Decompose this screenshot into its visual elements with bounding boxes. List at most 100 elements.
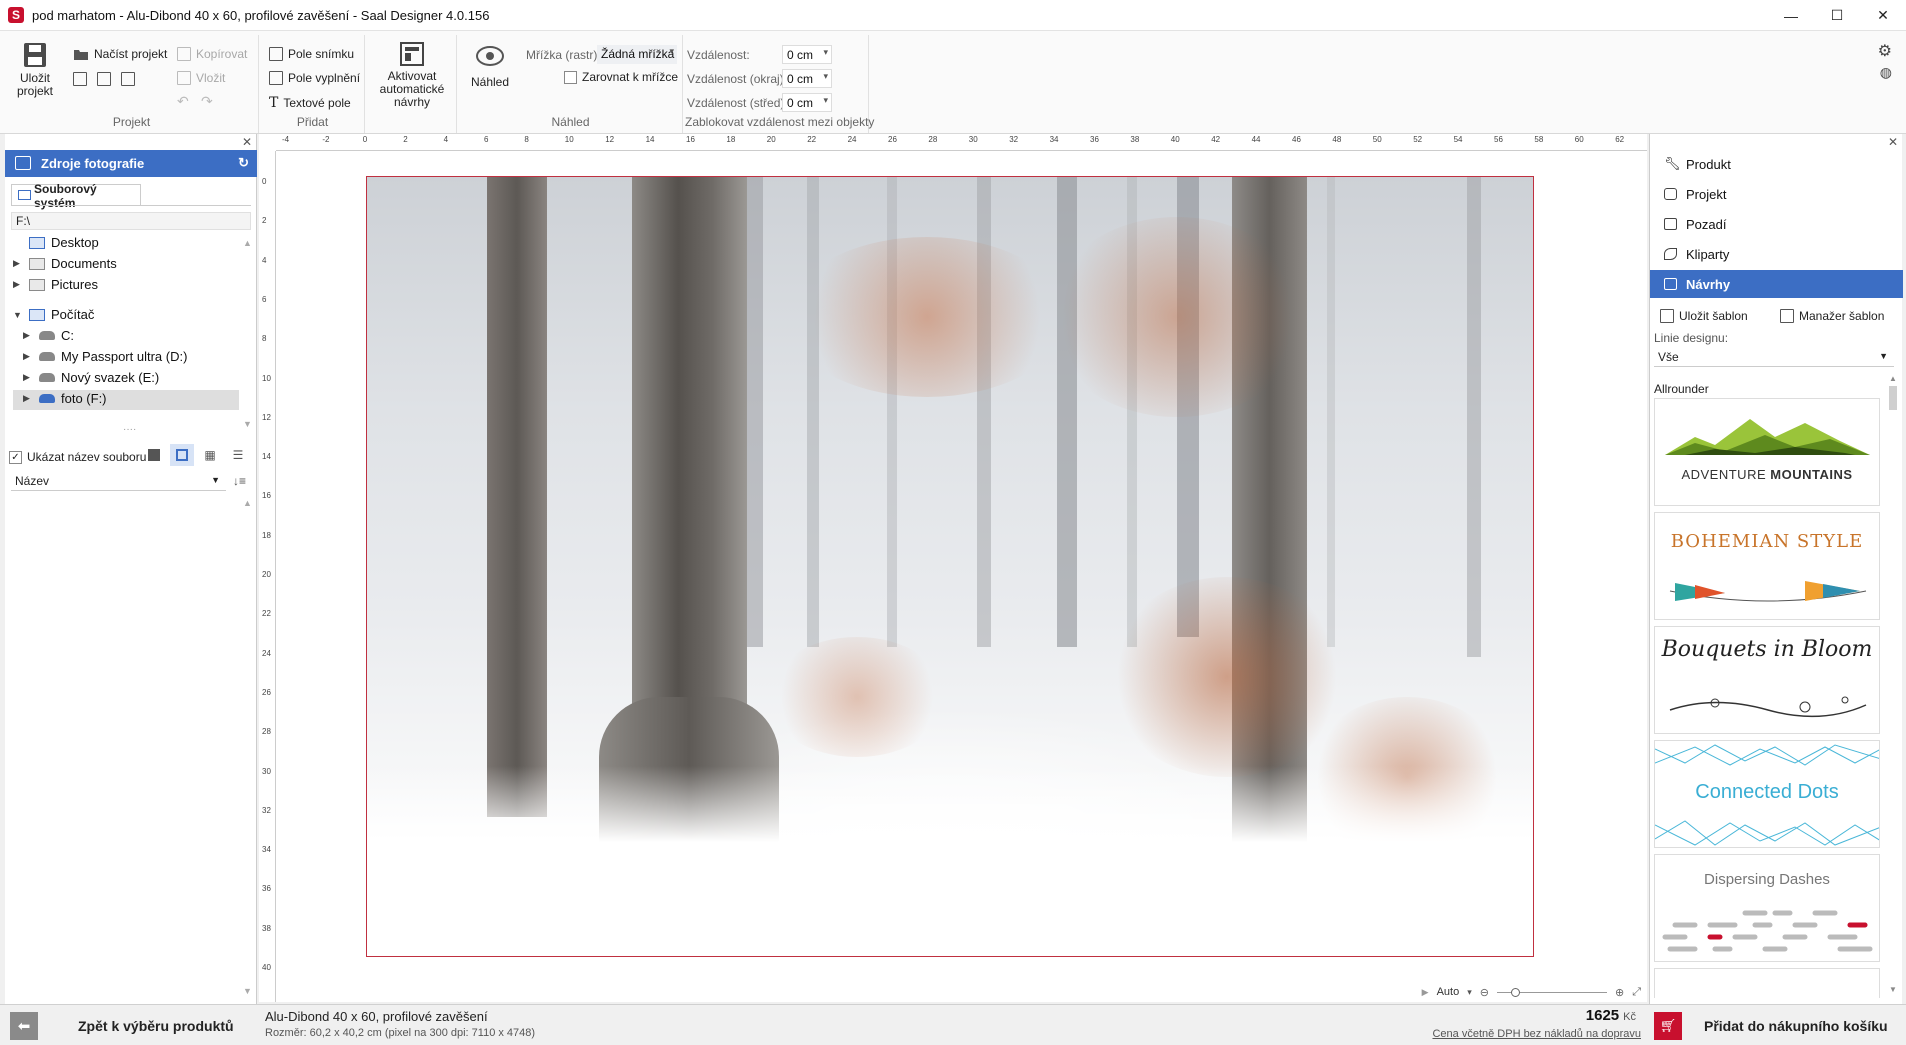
layers-icon [1664,188,1677,200]
nav-item-kliparty[interactable]: Kliparty [1650,240,1903,268]
paste-label: Vložit [196,71,226,85]
preview-button[interactable]: Náhled [465,45,515,89]
view-list-button[interactable]: ☰ [226,444,250,466]
nav-item-projekt[interactable]: Projekt [1650,180,1903,208]
scroll-down-icon[interactable]: ▼ [1889,985,1897,994]
scroll-up-icon[interactable]: ▲ [1889,374,1897,383]
minimize-button[interactable]: — [1768,0,1814,31]
show-filenames-checkbox[interactable]: ✓ Ukázat název souboru [9,450,146,464]
template-title-connected-dots: Connected Dots [1695,781,1839,803]
auto-designs-button[interactable]: Aktivovat automatické návrhy [372,41,452,109]
sort-select[interactable]: Název ▼ [11,472,226,491]
path-input[interactable]: F:\ [11,212,251,230]
new-page-icon[interactable] [73,72,87,86]
tree-item-documents[interactable]: ▶ Documents [13,256,117,271]
template-card-next[interactable] [1654,968,1880,998]
nav-item-navrhy[interactable]: Návrhy [1650,270,1903,298]
expand-arrow-icon[interactable]: ▶ [13,258,23,269]
vertical-ruler: 0 2 4 6 8 10 12 14 16 18 20 22 24 26 28 30 32 34 36 38 40 [259,151,276,1002]
sort-direction-icon[interactable]: ↓≡ [233,474,246,488]
expand-arrow-icon[interactable]: ▶ [13,279,23,290]
ruler-tick-label: 32 [1009,135,1019,144]
tree-item-computer[interactable]: ▼ Počítač [13,307,94,322]
add-to-cart-button[interactable]: 🛒︎ Přidat do nákupního košíku [1649,1006,1902,1045]
close-button[interactable]: ✕ [1860,0,1906,31]
template-card-dispersing-dashes[interactable]: Dispersing Dashes [1654,854,1880,962]
fill-field-button[interactable]: Pole vyplnění [269,71,360,85]
distance-input[interactable]: 0 cm ▾ [782,45,832,64]
collapse-arrow-icon[interactable]: ▼ [13,310,23,320]
grid-select-value: Žádná mřížka [601,47,675,61]
ruler-tick-label: 36 [1090,135,1099,144]
thumbs-scroll-down-icon[interactable]: ▼ [243,986,252,996]
export-icon[interactable] [97,72,111,86]
chevron-down-icon: ▼ [211,475,220,485]
thumbs-scroll-up-icon[interactable]: ▲ [243,498,252,508]
template-card-adventure-mountains[interactable]: ADVENTURE MOUNTAINS [1654,398,1880,506]
templates-scrollbar[interactable]: ▲ ▼ [1887,374,1899,994]
zoom-fit-icon[interactable]: ⤢ [1632,986,1641,999]
view-medium-button[interactable] [170,444,194,466]
expand-arrow-icon[interactable]: ▶ [23,330,33,341]
distance-center-input[interactable]: 0 cm ▾ [782,93,832,112]
nav-item-produkt[interactable]: 🔧︎ Produkt [1650,150,1903,178]
price-note-link[interactable]: Cena včetně DPH bez nákladů na dopravu [1432,1028,1641,1040]
splitter-grip-icon[interactable]: ···· [123,424,136,435]
panel-close-icon[interactable]: ✕ [242,135,252,149]
grid-select[interactable]: Žádná mřížka ▾ [597,45,677,64]
globe-language-icon[interactable]: ◍ [1880,64,1892,81]
ruler-tick-label: 58 [1534,135,1544,144]
text-field-button[interactable]: T Textové pole [269,95,351,111]
import-image-icon[interactable] [121,72,135,86]
auto-designs-label-3: návrhy [393,95,431,109]
panel-close-icon[interactable]: ✕ [1888,135,1898,149]
tree-scroll-down-icon[interactable]: ▼ [243,419,252,429]
tree-item-drive-d[interactable]: ▶ My Passport ultra (D:) [23,349,187,364]
tree-scroll-up-icon[interactable]: ▲ [243,238,252,248]
save-template-button[interactable]: Uložit šablon [1660,309,1748,323]
zoom-slider[interactable] [1496,987,1607,997]
expand-arrow-icon[interactable]: ▶ [23,372,33,383]
template-manager-button[interactable]: Manažer šablon [1780,309,1884,323]
zoom-out-icon[interactable]: ⊖ [1480,986,1489,999]
undo-icon[interactable]: ↶ [177,93,189,110]
photo-sources-panel: ✕ Zdroje fotografie ↻ Souborový systém F… [5,134,257,1004]
tab-file-system[interactable]: Souborový systém [11,182,141,210]
image-field-button[interactable]: Pole snímku [269,47,354,61]
ribbon: Uložit projekt Načíst projekt Kopírovat … [0,31,1906,134]
snap-to-grid-checkbox[interactable]: Zarovnat k mřížce [564,70,678,84]
zoom-mode-select[interactable]: Auto [1437,986,1460,998]
text-field-icon: T [269,95,279,111]
zoom-slider-knob[interactable] [1510,987,1520,997]
tree-item-pictures[interactable]: ▶ Pictures [13,277,98,292]
tree-item-drive-c[interactable]: ▶ C: [23,328,74,343]
image-field[interactable] [366,176,1534,957]
distance-edge-input[interactable]: 0 cm ▾ [782,69,832,88]
zoom-in-icon[interactable]: ⊕ [1615,986,1624,999]
redo-icon[interactable]: ↷ [201,93,213,110]
expand-arrow-icon[interactable]: ▶ [23,393,33,404]
expand-arrow-icon[interactable]: ▶ [23,351,33,362]
maximize-button[interactable]: ☐ [1814,0,1860,31]
template-card-bohemian-style[interactable]: BOHEMIAN STYLE [1654,512,1880,620]
tree-item-drive-f[interactable]: ▶ foto (F:) [23,391,107,406]
back-to-products-button[interactable]: ⬅ Zpět k výběru produktů [5,1006,257,1045]
tree-item-drive-e[interactable]: ▶ Nový svazek (E:) [23,370,159,385]
nav-item-pozadi[interactable]: Pozadí [1650,210,1903,238]
copy-button[interactable]: Kopírovat [177,47,247,61]
ruler-tick-label: 46 [1292,135,1301,144]
scrollbar-thumb[interactable] [1889,386,1897,410]
load-project-button[interactable]: Načíst projekt [73,47,167,61]
paste-button[interactable]: Vložit [177,71,225,85]
settings-gear-icon[interactable]: ⚙ [1878,41,1892,61]
refresh-icon[interactable]: ↻ [238,155,249,171]
template-card-connected-dots[interactable]: Connected Dots [1654,740,1880,848]
save-project-button[interactable]: Uložit projekt [15,41,55,98]
view-large-button[interactable] [142,444,166,466]
tree-item-desktop[interactable]: Desktop [13,235,99,250]
template-card-bouquets-in-bloom[interactable]: Bouquets in Bloom [1654,626,1880,734]
ruler-tick-label: 48 [1332,135,1342,144]
view-small-button[interactable]: ▦ [198,444,222,466]
design-line-select[interactable]: Vše ▼ [1654,347,1894,367]
ruler-tick-label: 14 [262,452,271,462]
